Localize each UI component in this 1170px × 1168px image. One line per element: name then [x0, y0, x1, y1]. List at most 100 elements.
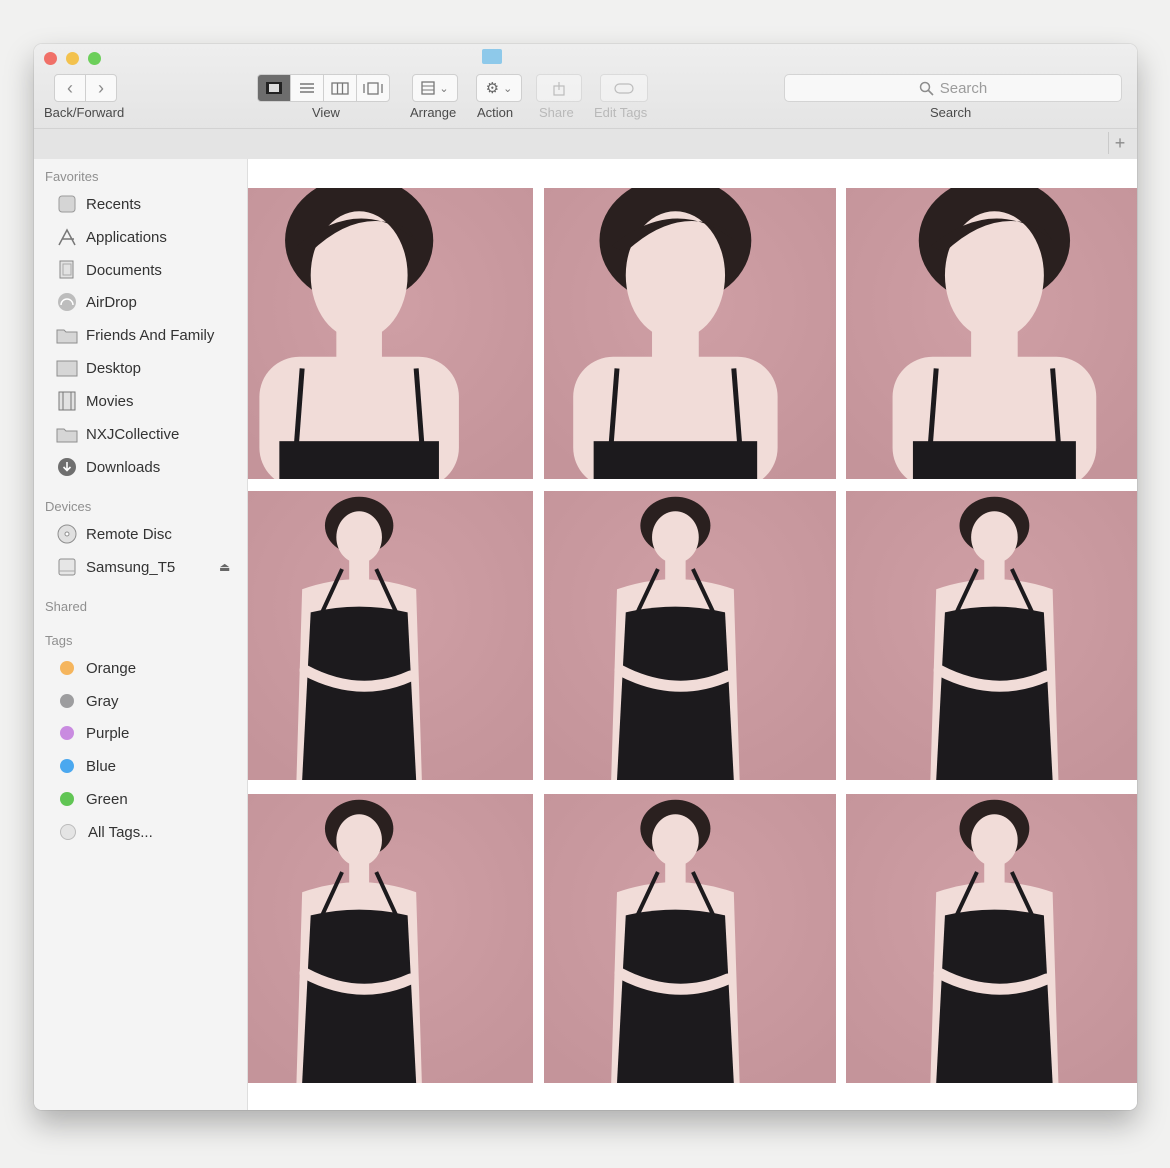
photo-thumbnail[interactable] [248, 491, 533, 780]
sidebar-tag-green[interactable]: Green [56, 787, 128, 811]
back-button[interactable]: ‹ [54, 74, 86, 102]
edit-tags-label: Edit Tags [594, 105, 648, 120]
arrange-icon [421, 81, 436, 95]
photo-thumbnail[interactable] [544, 794, 836, 1083]
forward-button[interactable]: › [86, 74, 117, 102]
minimize-button[interactable] [66, 52, 79, 65]
search-placeholder: Search [939, 79, 988, 97]
arrange-button[interactable]: ⌄ [412, 74, 458, 102]
search-field[interactable]: Search [784, 74, 1122, 102]
folder-icon [482, 49, 502, 64]
documents-icon [56, 260, 78, 280]
sidebar-tag-blue[interactable]: Blue [56, 754, 116, 778]
action-button[interactable]: ⚙ ⌄ [476, 74, 522, 102]
sidebar-item-desktop[interactable]: Desktop [56, 356, 141, 380]
sidebar-item-recents[interactable]: Recents [56, 192, 141, 216]
gallery-view-icon [363, 81, 383, 95]
back-forward-buttons: ‹ › [54, 74, 117, 102]
window-controls [44, 52, 101, 65]
tab-bar: + [34, 128, 1137, 159]
tag-icon [614, 82, 634, 94]
shared-heading: Shared [45, 599, 87, 614]
sidebar-item-label: Orange [86, 659, 137, 677]
drive-icon [56, 557, 78, 577]
column-view-button[interactable] [324, 74, 357, 102]
search-icon [919, 81, 934, 96]
photo-thumbnail[interactable] [846, 188, 1137, 479]
view-label: View [312, 105, 340, 120]
devices-heading: Devices [45, 499, 92, 514]
sidebar-item-label: AirDrop [86, 293, 137, 311]
sidebar-tag-purple[interactable]: Purple [56, 721, 129, 745]
sidebar-item-applications[interactable]: Applications [56, 225, 167, 249]
gallery-view-button[interactable] [357, 74, 390, 102]
plus-icon: + [1114, 133, 1126, 153]
sidebar-item-label: Desktop [86, 359, 142, 377]
sidebar-item-movies[interactable]: Movies [56, 389, 134, 413]
finder-window: ‹ › Back/Forward View ⌄ Arrange ⚙ ⌄ Acti… [34, 44, 1137, 1110]
airdrop-icon [56, 292, 78, 312]
sidebar-item-friends-and-family[interactable]: Friends And Family [56, 323, 214, 347]
view-buttons [257, 74, 390, 102]
close-button[interactable] [44, 52, 57, 65]
arrange-label: Arrange [410, 105, 457, 120]
icon-view-button[interactable] [257, 74, 291, 102]
sidebar-item-label: Friends And Family [86, 326, 215, 344]
downloads-icon [56, 457, 78, 477]
tag-dot-icon [60, 824, 76, 840]
search-label: Search [930, 105, 972, 120]
desktop-icon [56, 358, 78, 378]
sidebar-item-nxjcollective[interactable]: NXJCollective [56, 422, 179, 446]
sidebar-item-label: Applications [86, 228, 167, 246]
sidebar-item-label: Samsung_T5 [86, 558, 176, 576]
recents-icon [56, 194, 78, 214]
photo-thumbnail[interactable] [248, 794, 533, 1083]
sidebar-item-label: All Tags... [88, 823, 153, 841]
edit-tags-button[interactable] [600, 74, 648, 102]
sidebar-item-downloads[interactable]: Downloads [56, 455, 160, 479]
sidebar-item-label: Green [86, 790, 128, 808]
tags-heading: Tags [45, 633, 73, 648]
sidebar-item-remote-disc[interactable]: Remote Disc [56, 522, 172, 546]
sidebar-item-airdrop[interactable]: AirDrop [56, 290, 137, 314]
photo-thumbnail[interactable] [846, 794, 1137, 1083]
new-tab-button[interactable]: + [1108, 132, 1131, 154]
sidebar-item-documents[interactable]: Documents [56, 258, 162, 282]
column-view-icon [331, 81, 349, 95]
sidebar-tag-gray[interactable]: Gray [56, 689, 119, 713]
sidebar-item-samsung-t5[interactable]: Samsung_T5 [56, 555, 175, 579]
share-button[interactable] [536, 74, 582, 102]
sidebar-item-label: Blue [86, 757, 117, 775]
folder-icon [56, 424, 78, 444]
sidebar-item-label: Gray [86, 692, 119, 710]
zoom-button[interactable] [88, 52, 101, 65]
chevron-down-icon: ⌄ [439, 82, 449, 95]
chevron-right-icon: › [98, 77, 104, 98]
tag-dot-icon [60, 694, 74, 708]
favorites-heading: Favorites [45, 169, 99, 184]
sidebar-tag-all-tags[interactable]: All Tags... [56, 820, 153, 844]
applications-icon [56, 227, 78, 247]
photo-thumbnail[interactable] [544, 188, 836, 479]
share-label: Share [539, 105, 574, 120]
chevron-down-icon: ⌄ [503, 82, 513, 95]
list-view-button[interactable] [291, 74, 324, 102]
chevron-left-icon: ‹ [67, 77, 73, 98]
eject-icon[interactable]: ⏏ [219, 560, 230, 574]
sidebar-item-label: Movies [86, 392, 134, 410]
photo-grid-area [248, 159, 1137, 1110]
toolbar: ‹ › Back/Forward View ⌄ Arrange ⚙ ⌄ Acti… [34, 44, 1137, 159]
photo-thumbnail[interactable] [248, 188, 533, 479]
tag-dot-icon [60, 792, 74, 806]
photo-thumbnail[interactable] [544, 491, 836, 780]
sidebar-item-label: Documents [86, 261, 162, 279]
sidebar: Favorites Recents Applications Documents… [34, 159, 248, 1110]
tag-dot-icon [60, 661, 74, 675]
photo-thumbnail[interactable] [846, 491, 1137, 780]
sidebar-item-label: Purple [86, 724, 130, 742]
tag-dot-icon [60, 726, 74, 740]
sidebar-item-label: NXJCollective [86, 425, 180, 443]
movies-icon [56, 391, 78, 411]
remote-disc-icon [56, 524, 78, 544]
sidebar-tag-orange[interactable]: Orange [56, 656, 136, 680]
